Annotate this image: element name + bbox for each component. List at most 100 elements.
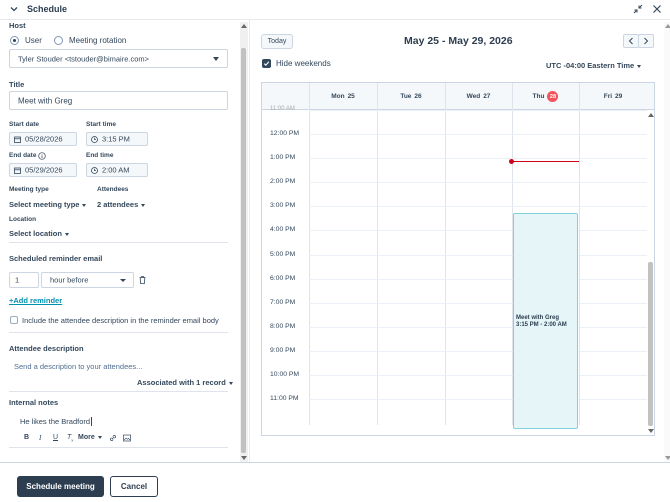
date-range-title: May 25 - May 29, 2026 xyxy=(404,35,513,47)
end-time-value: 2:00 AM xyxy=(102,165,130,175)
close-icon[interactable] xyxy=(652,4,662,14)
page-scrollbar[interactable] xyxy=(664,22,670,462)
host-rotation-radio[interactable] xyxy=(54,36,63,45)
trash-icon[interactable] xyxy=(139,276,146,284)
cancel-button[interactable]: Cancel xyxy=(110,476,158,497)
clear-format-button[interactable]: Tx xyxy=(67,434,73,442)
day-name: Tue xyxy=(400,93,412,100)
divider xyxy=(9,391,228,392)
reminder-count-input[interactable]: 1 xyxy=(9,272,39,288)
calendar-event[interactable]: Meet with Greg 3:15 PM - 2:00 AM xyxy=(513,213,578,429)
today-button[interactable]: Today xyxy=(261,34,293,49)
divider xyxy=(9,242,228,243)
end-date-input[interactable]: 05/29/2026 xyxy=(9,163,77,177)
associated-records-dropdown[interactable]: Associated with 1 record xyxy=(137,378,233,387)
start-time-input[interactable]: 3:15 PM xyxy=(86,132,148,146)
add-reminder-link[interactable]: +Add reminder xyxy=(9,296,62,305)
schedule-meeting-button[interactable]: Schedule meeting xyxy=(17,476,104,497)
hour-grid-line xyxy=(309,375,647,376)
calendar-grid xyxy=(261,82,655,436)
hide-weekends-checkbox[interactable] xyxy=(262,59,271,68)
host-rotation-label: Meeting rotation xyxy=(69,36,127,45)
end-time-input[interactable]: 2:00 AM xyxy=(86,163,148,177)
bold-button[interactable]: B xyxy=(24,434,29,441)
collapse-icon[interactable] xyxy=(633,4,643,14)
left-scrollbar-thumb[interactable] xyxy=(241,48,246,453)
hour-label: 8:00 PM xyxy=(270,322,296,330)
day-number: 25 xyxy=(347,93,355,100)
footer: Schedule meeting Cancel xyxy=(0,462,670,502)
more-dropdown[interactable]: More xyxy=(78,434,102,441)
host-select[interactable]: Tyler Stouder <tstouder@bimaire.com> xyxy=(9,49,228,68)
reminder-count-value: 1 xyxy=(15,275,20,285)
next-week-button[interactable] xyxy=(638,34,654,48)
hour-label: 12:00 PM xyxy=(270,130,300,137)
scroll-up-icon[interactable] xyxy=(648,113,654,117)
divider xyxy=(9,332,228,333)
include-desc-checkbox[interactable] xyxy=(10,316,18,324)
host-label: Host xyxy=(9,21,26,30)
hour-label: 9:00 PM xyxy=(270,346,296,354)
panel-title: Schedule xyxy=(27,4,68,14)
underline-button[interactable]: U xyxy=(53,434,58,441)
end-time-label: End time xyxy=(86,152,114,159)
hide-weekends-label: Hide weekends xyxy=(276,59,331,68)
host-user-label: User xyxy=(25,36,42,45)
attendees-label: Attendees xyxy=(97,186,129,193)
hour-label: 4:00 PM xyxy=(270,226,296,234)
hour-grid-line xyxy=(309,206,647,208)
scroll-down-icon[interactable] xyxy=(648,429,654,433)
attendees-dropdown[interactable]: 2 attendees xyxy=(97,200,145,209)
reminder-label: Scheduled reminder email xyxy=(9,254,103,263)
scroll-down-icon[interactable] xyxy=(241,456,247,460)
reminder-unit-select[interactable]: hour before xyxy=(41,272,134,288)
title-label: Title xyxy=(9,80,25,89)
italic-button[interactable]: I xyxy=(39,434,41,442)
title-input[interactable]: Meet with Greg xyxy=(9,91,228,110)
meeting-type-dropdown[interactable]: Select meeting type xyxy=(9,200,86,209)
day-name: Wed xyxy=(466,93,481,100)
day-header-wed: Wed 27 xyxy=(445,88,512,105)
current-time-line xyxy=(512,161,579,162)
chevron-right-icon xyxy=(644,37,649,45)
clock-icon xyxy=(91,136,98,143)
day-number: 29 xyxy=(615,93,623,100)
location-dropdown[interactable]: Select location xyxy=(9,229,69,238)
hour-grid-line xyxy=(309,158,647,160)
image-icon[interactable] xyxy=(123,434,131,442)
hour-grid-line xyxy=(309,278,647,280)
internal-notes-label: Internal notes xyxy=(9,398,59,407)
link-icon[interactable] xyxy=(109,434,117,442)
info-icon[interactable] xyxy=(38,152,46,160)
end-date-value: 05/29/2026 xyxy=(25,165,63,175)
day-name: Fri xyxy=(603,93,613,100)
host-user-radio[interactable] xyxy=(10,36,19,45)
hour-label: 6:00 PM xyxy=(270,274,296,282)
hour-grid-line xyxy=(309,254,647,256)
internal-notes-input[interactable]: He likes the Bradford xyxy=(20,417,93,426)
calendar-icon xyxy=(14,167,21,174)
attendee-desc-input[interactable]: Send a description to your attendees... xyxy=(14,362,142,371)
timezone-dropdown[interactable]: UTC -04:00 Eastern Time xyxy=(546,61,641,70)
chevron-left-icon xyxy=(628,37,633,45)
hour-grid-line xyxy=(309,326,647,328)
start-time-value: 3:15 PM xyxy=(102,134,130,144)
end-date-label: End date xyxy=(9,152,37,159)
meeting-type-label: Meeting type xyxy=(9,186,49,193)
scroll-up-icon[interactable] xyxy=(241,24,247,28)
scroll-up-icon[interactable] xyxy=(665,24,670,28)
hour-label: 7:00 PM xyxy=(270,298,296,306)
hour-grid-line xyxy=(309,399,647,401)
divider xyxy=(9,447,228,448)
calendar-scrollbar-thumb[interactable] xyxy=(648,262,653,426)
prev-week-button[interactable] xyxy=(623,34,639,48)
scroll-down-icon[interactable] xyxy=(665,456,670,460)
event-time: 3:15 PM - 2:00 AM xyxy=(516,322,567,328)
day-header-mon: Mon 25 xyxy=(309,88,377,105)
current-time-dot xyxy=(509,159,514,164)
start-date-input[interactable]: 05/28/2026 xyxy=(9,132,77,146)
chevron-down-icon[interactable] xyxy=(9,4,19,14)
day-number: 26 xyxy=(414,93,422,100)
hour-grid-line xyxy=(309,302,647,304)
day-header-tue: Tue 26 xyxy=(377,88,445,105)
